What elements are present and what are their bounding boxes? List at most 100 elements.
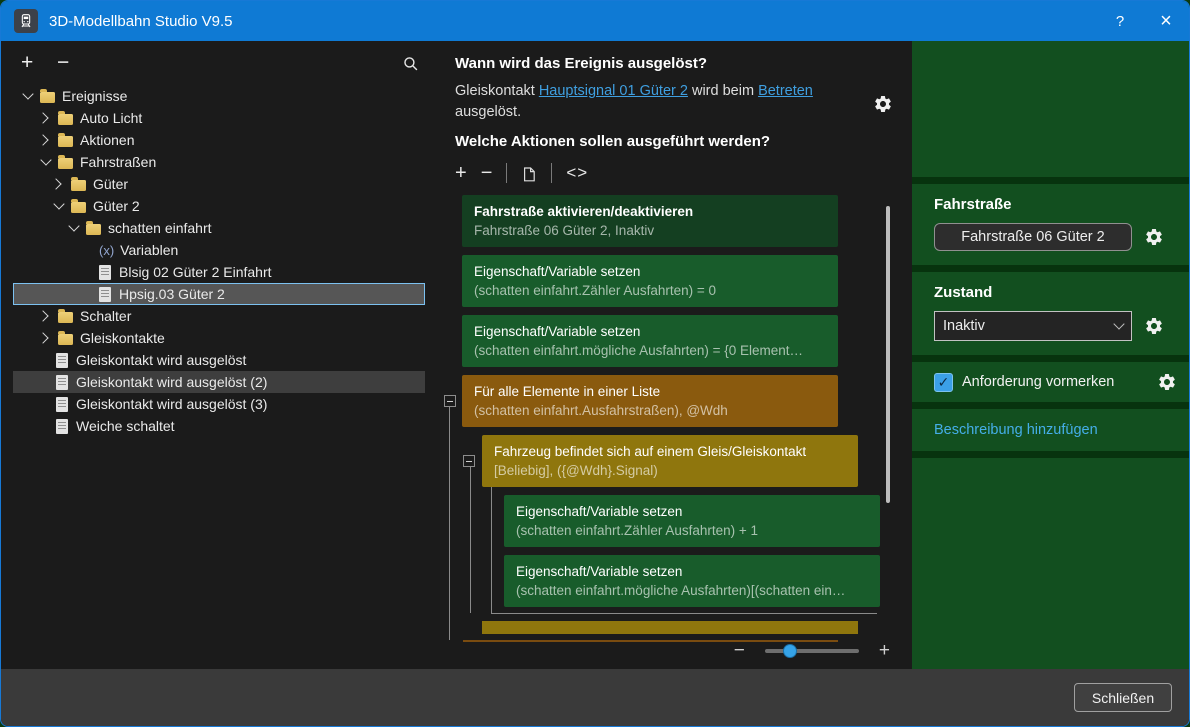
question-when: Wann wird das Ereignis ausgelöst? (455, 55, 875, 72)
chevron-down-icon[interactable] (68, 220, 79, 231)
tree-item-gleiskontakt-1[interactable]: Gleiskontakt wird ausgelöst (13, 349, 425, 371)
action-block-foreach-loop[interactable]: Für alle Elemente in einer Liste (schatt… (462, 375, 838, 427)
tree-item-schatten-einfahrt[interactable]: schatten einfahrt (13, 217, 425, 239)
tree-item-label: Gleiskontakt wird ausgelöst (76, 352, 246, 368)
sentence-suffix: ausgelöst. (455, 104, 521, 120)
close-dialog-button[interactable]: Schließen (1074, 683, 1172, 712)
tree-item-label: Hpsig.03 Güter 2 (119, 286, 225, 302)
tree-item-gleiskontakt-3[interactable]: Gleiskontakt wird ausgelöst (3) (13, 393, 425, 415)
tree-item-label: Aktionen (80, 132, 134, 148)
search-icon[interactable] (402, 55, 419, 72)
action-block-set-variable-3[interactable]: Eigenschaft/Variable setzen (schatten ei… (504, 495, 880, 547)
main-area: + − Ereignisse Auto Licht (1, 41, 1189, 669)
tree-item-gleiskontakt-2[interactable]: Gleiskontakt wird ausgelöst (2) (13, 371, 425, 393)
document-icon (99, 265, 111, 280)
action-block-set-variable-1[interactable]: Eigenschaft/Variable setzen (schatten ei… (462, 255, 838, 307)
action-block-fahrstrasse[interactable]: Fahrstraße aktivieren/deaktivieren Fahrs… (462, 195, 838, 247)
tree-item-hpsig-03-selected[interactable]: Hpsig.03 Güter 2 (13, 283, 425, 305)
folder-icon (71, 180, 86, 191)
action-subtitle: Fahrstraße 06 Güter 2, Inaktiv (474, 222, 826, 239)
tree-item-weiche-schaltet[interactable]: Weiche schaltet (13, 415, 425, 437)
chevron-right-icon[interactable] (37, 332, 48, 343)
actions-scrollbar[interactable] (886, 206, 890, 503)
tree-item-label: Gleiskontakt wird ausgelöst (2) (76, 374, 267, 390)
clipped-action-block (482, 621, 858, 634)
action-subtitle: (schatten einfahrt.Zähler Ausfahrten) + … (516, 522, 868, 539)
chevron-down-icon[interactable] (22, 88, 33, 99)
help-button[interactable]: ? (1097, 1, 1143, 41)
copy-icon[interactable] (521, 165, 537, 183)
action-subtitle: [Beliebig], ({@Wdh}.Signal) (494, 462, 846, 479)
fahrstrasse-object-button[interactable]: Fahrstraße 06 Güter 2 (934, 223, 1132, 251)
tree-item-label: Variablen (120, 242, 178, 258)
chevron-right-icon[interactable] (50, 178, 61, 189)
app-train-icon (14, 9, 38, 33)
zustand-dropdown[interactable]: Inaktiv (934, 311, 1132, 341)
properties-header-area (912, 41, 1189, 177)
chevron-right-icon[interactable] (37, 134, 48, 145)
tree-item-gueter-2[interactable]: Güter 2 (13, 195, 425, 217)
chevron-down-icon[interactable] (53, 198, 64, 209)
action-block-condition[interactable]: Fahrzeug befindet sich auf einem Gleis/G… (482, 435, 858, 487)
folder-icon (58, 312, 73, 323)
action-remove-button[interactable]: − (481, 163, 493, 183)
zustand-gear-icon[interactable] (1144, 316, 1164, 336)
zoom-slider-track[interactable] (765, 649, 859, 653)
zoom-slider: − + (734, 641, 890, 660)
chevron-right-icon[interactable] (37, 310, 48, 321)
tree-item-fahrstrassen[interactable]: Fahrstraßen (13, 151, 425, 173)
action-block-set-variable-2[interactable]: Eigenschaft/Variable setzen (schatten ei… (462, 315, 838, 367)
trigger-mode-link[interactable]: Betreten (758, 83, 813, 99)
tree-item-label: Gleiskontakte (80, 330, 165, 346)
tree-item-gueter[interactable]: Güter (13, 173, 425, 195)
action-title: Eigenschaft/Variable setzen (516, 503, 868, 520)
action-add-button[interactable]: + (455, 163, 467, 183)
tree-item-variablen[interactable]: (x) Variablen (13, 239, 425, 261)
tree-item-gleiskontakte[interactable]: Gleiskontakte (13, 327, 425, 349)
collapse-loop-button[interactable] (444, 395, 456, 407)
tree-item-schalter[interactable]: Schalter (13, 305, 425, 327)
chevron-down-icon[interactable] (40, 154, 51, 165)
tree-connector-line (491, 487, 492, 613)
tree-item-aktionen[interactable]: Aktionen (13, 129, 425, 151)
tree-connector-line (470, 467, 471, 613)
anforderung-checkbox-label[interactable]: Anforderung vormerken (962, 374, 1145, 390)
zustand-property-card: Zustand Inaktiv (912, 272, 1189, 355)
group-border-line (491, 613, 877, 614)
tree-item-blsig-02[interactable]: Blsig 02 Güter 2 Einfahrt (13, 261, 425, 283)
anforderung-checkbox[interactable]: ✓ (934, 373, 953, 392)
zoom-out-button[interactable]: − (734, 641, 745, 660)
tree-item-label: Gleiskontakt wird ausgelöst (3) (76, 396, 267, 412)
title-bar: 3D-Modellbahn Studio V9.5 ? × (1, 1, 1189, 41)
close-window-button[interactable]: × (1143, 1, 1189, 41)
action-title: Fahrstraße aktivieren/deaktivieren (474, 203, 826, 220)
action-subtitle: (schatten einfahrt.mögliche Ausfahrten) … (474, 342, 826, 359)
app-window: 3D-Modellbahn Studio V9.5 ? × + − Ereign… (0, 0, 1190, 727)
tree-item-label: Blsig 02 Güter 2 Einfahrt (119, 264, 272, 280)
zustand-selected-value: Inaktiv (943, 318, 1115, 334)
folder-icon (58, 158, 73, 169)
event-settings-gear-icon[interactable] (873, 94, 893, 114)
tree-add-button[interactable]: + (21, 52, 47, 74)
tree-item-auto-licht[interactable]: Auto Licht (13, 107, 425, 129)
fahrstrasse-gear-icon[interactable] (1144, 227, 1164, 247)
tree-item-label: Weiche schaltet (76, 418, 175, 434)
folder-icon (86, 224, 101, 235)
zoom-slider-thumb[interactable] (783, 644, 797, 658)
collapse-condition-button[interactable] (463, 455, 475, 467)
event-tree-panel: + − Ereignisse Auto Licht (1, 41, 437, 669)
add-description-link[interactable]: Beschreibung hinzufügen (912, 409, 1189, 451)
contact-link[interactable]: Hauptsignal 01 Güter 2 (539, 83, 688, 99)
code-view-button[interactable]: <> (566, 163, 588, 183)
tree-item-label: schatten einfahrt (108, 220, 212, 236)
actions-list: Fahrstraße aktivieren/deaktivieren Fahrs… (437, 195, 912, 650)
toolbar-separator (551, 163, 552, 183)
anforderung-gear-icon[interactable] (1157, 372, 1177, 392)
tree-remove-button[interactable]: − (57, 52, 83, 74)
tree-item-label: Güter 2 (93, 198, 140, 214)
tree-item-ereignisse[interactable]: Ereignisse (13, 85, 425, 107)
action-block-set-variable-4[interactable]: Eigenschaft/Variable setzen (schatten ei… (504, 555, 880, 607)
zoom-in-button[interactable]: + (879, 641, 890, 660)
chevron-right-icon[interactable] (37, 112, 48, 123)
folder-icon (58, 334, 73, 345)
